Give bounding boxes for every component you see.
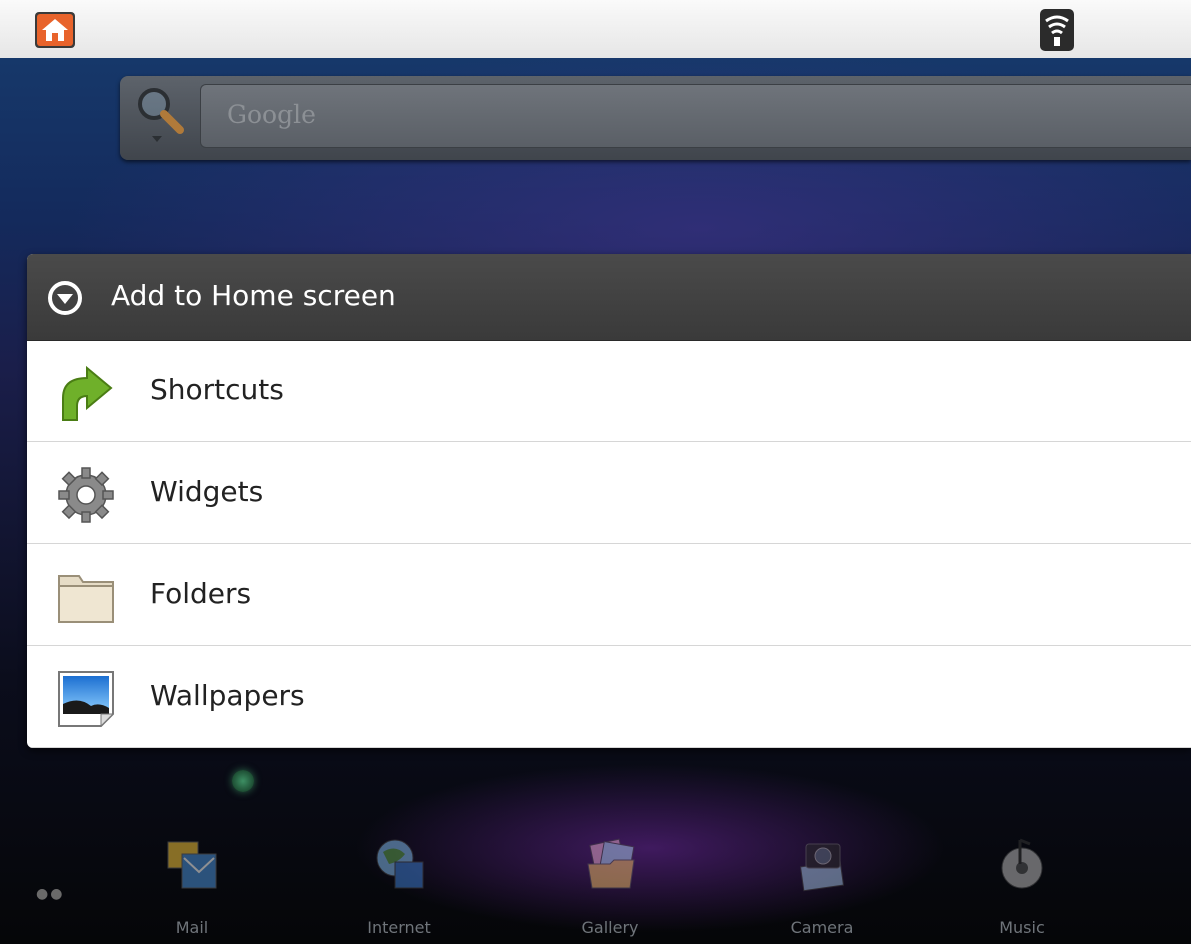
menu-item-shortcuts[interactable]: Shortcuts — [27, 340, 1191, 442]
search-input[interactable]: Google — [200, 84, 1191, 148]
dock-item-camera[interactable]: Camera — [762, 834, 882, 944]
folder-icon — [58, 575, 114, 623]
globe-icon — [376, 839, 424, 889]
google-search-widget[interactable]: Google — [120, 76, 1191, 160]
dock-item-label: Mail — [175, 918, 209, 937]
gallery-icon — [587, 838, 635, 889]
mail-icon — [167, 841, 217, 889]
dock-item-internet[interactable]: Internet — [339, 834, 459, 944]
dialog-title: Add to Home screen — [111, 279, 396, 312]
menu-item-label: Shortcuts — [150, 373, 284, 406]
camera-icon — [799, 843, 845, 892]
dock-item-label: Camera — [790, 918, 854, 937]
add-to-home-dialog: Add to Home screen Shortcuts Widgets Fol… — [27, 254, 1191, 748]
wifi-signal-icon — [1040, 9, 1074, 51]
chevron-down-circle-icon — [48, 281, 82, 315]
gear-icon — [58, 467, 114, 523]
status-bar — [0, 0, 1191, 59]
menu-item-label: Folders — [150, 577, 252, 610]
menu-item-widgets[interactable]: Widgets — [27, 442, 1191, 544]
dock-item-label: Gallery — [581, 918, 639, 937]
all-apps-handle[interactable]: ●● — [36, 886, 64, 902]
music-icon — [1001, 838, 1043, 889]
wallpaper-icon — [58, 671, 115, 728]
shortcut-arrow-icon — [62, 365, 113, 421]
dock-item-music[interactable]: Music — [962, 834, 1082, 944]
page-indicator-dot — [232, 770, 254, 792]
dock-item-gallery[interactable]: Gallery — [550, 834, 670, 944]
dialog-header: Add to Home screen — [27, 254, 1191, 341]
menu-item-label: Widgets — [150, 475, 264, 508]
search-icon[interactable] — [134, 84, 186, 144]
dock-item-label: Internet — [367, 918, 431, 937]
search-placeholder: Google — [227, 100, 316, 129]
dock-item-label: Music — [999, 918, 1045, 937]
menu-item-wallpapers[interactable]: Wallpapers — [27, 646, 1191, 748]
dock-item-mail[interactable]: Mail — [132, 834, 252, 944]
menu-item-folders[interactable]: Folders — [27, 544, 1191, 646]
home-icon[interactable] — [35, 12, 75, 48]
menu-item-label: Wallpapers — [150, 679, 305, 712]
